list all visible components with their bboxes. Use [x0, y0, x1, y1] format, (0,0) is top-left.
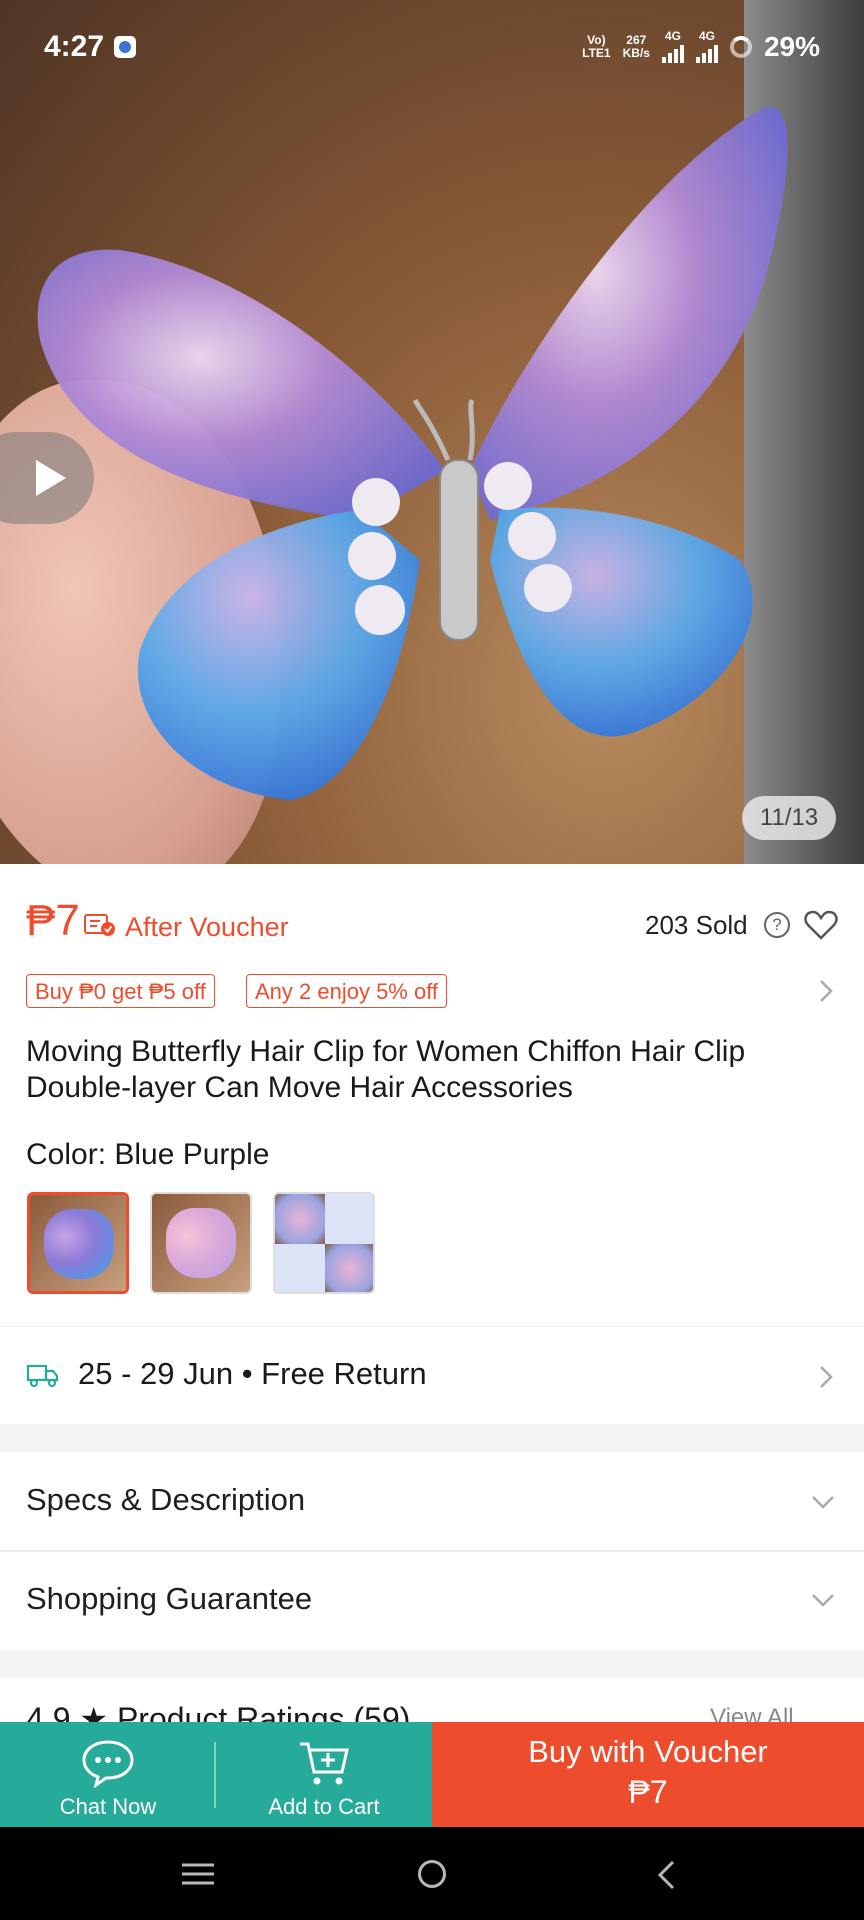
butterfly-illustration — [37, 107, 788, 800]
divider — [0, 1326, 864, 1327]
product-title: Moving Butterfly Hair Clip for Women Chi… — [26, 1035, 746, 1104]
chevron-right-icon[interactable] — [818, 1364, 834, 1390]
chat-now-label: Chat Now — [59, 1794, 157, 1819]
promo-tag-2[interactable]: Any 2 enjoy 5% off — [246, 974, 448, 1008]
chevron-down-icon[interactable] — [810, 1592, 836, 1608]
add-to-cart-label: Add to Cart — [268, 1794, 380, 1819]
voucher-icon — [84, 914, 115, 936]
buy-with-voucher-button[interactable]: Buy with Voucher ₱7 — [432, 1722, 864, 1827]
section-gap — [0, 1424, 864, 1452]
battery-percent: 29% — [763, 30, 820, 62]
network-type-1: 4G — [664, 29, 681, 43]
product-image[interactable] — [0, 0, 864, 864]
home-icon[interactable] — [418, 1860, 446, 1888]
speed-value: 267 — [626, 32, 647, 47]
speed-unit: KB/s — [622, 45, 650, 60]
play-video-button[interactable] — [0, 432, 94, 524]
price: ₱7 — [26, 896, 80, 945]
color-swatch-pink[interactable] — [150, 1192, 252, 1294]
heart-icon[interactable] — [804, 910, 838, 940]
app-notification-icon — [114, 36, 136, 58]
volte-top: Vo) — [587, 32, 606, 47]
delivery-truck-icon — [26, 1364, 59, 1388]
chevron-right-icon[interactable] — [818, 978, 834, 1004]
bottom-action-bar: Chat Now Add to Cart Buy with Voucher ₱7 — [0, 1722, 864, 1827]
signal-2: 4G — [695, 29, 718, 63]
specs-description-row[interactable]: Specs & Description — [26, 1482, 305, 1518]
back-icon[interactable] — [656, 1860, 676, 1890]
chat-now-button[interactable]: Chat Now — [0, 1722, 216, 1827]
color-label: Color: Blue Purple — [26, 1138, 270, 1171]
network-type-2: 4G — [698, 29, 715, 43]
help-icon[interactable]: ? — [764, 912, 790, 938]
chevron-down-icon[interactable] — [810, 1494, 836, 1510]
section-gap — [0, 1650, 864, 1678]
divider — [0, 1550, 864, 1552]
delivery-info[interactable]: 25 - 29 Jun • Free Return — [78, 1356, 427, 1392]
volte-bottom: LTE1 — [582, 45, 611, 60]
status-indicators: Vo) LTE1 267 KB/s 4G 4G 29% — [582, 30, 820, 63]
buy-price: ₱7 — [628, 1774, 668, 1810]
sold-count: 203 Sold — [645, 910, 748, 940]
signal-bars-icon — [695, 43, 718, 63]
color-swatch-blue-purple[interactable] — [27, 1192, 129, 1294]
battery-icon — [729, 35, 752, 58]
status-time: 4:27 — [44, 30, 105, 63]
image-counter: 11/13 — [742, 796, 836, 840]
status-bar: 4:27 Vo) LTE1 267 KB/s 4G 4G 29% — [0, 0, 864, 96]
after-voucher-label: After Voucher — [125, 912, 289, 942]
signal-1: 4G — [661, 29, 684, 63]
recent-apps-icon[interactable] — [182, 1862, 214, 1886]
chat-icon — [82, 1740, 134, 1788]
add-to-cart-button[interactable]: Add to Cart — [216, 1722, 432, 1827]
promo-tag-1[interactable]: Buy ₱0 get ₱5 off — [26, 974, 215, 1008]
color-swatch-collage[interactable] — [273, 1192, 375, 1294]
signal-bars-icon — [661, 43, 684, 63]
cart-icon — [300, 1742, 349, 1785]
play-icon — [36, 460, 66, 496]
network-speed: 267 KB/s — [622, 32, 650, 60]
shopping-guarantee-row[interactable]: Shopping Guarantee — [26, 1581, 312, 1617]
buy-with-voucher-label: Buy with Voucher — [528, 1734, 768, 1769]
volte-indicator: Vo) LTE1 — [582, 32, 611, 60]
